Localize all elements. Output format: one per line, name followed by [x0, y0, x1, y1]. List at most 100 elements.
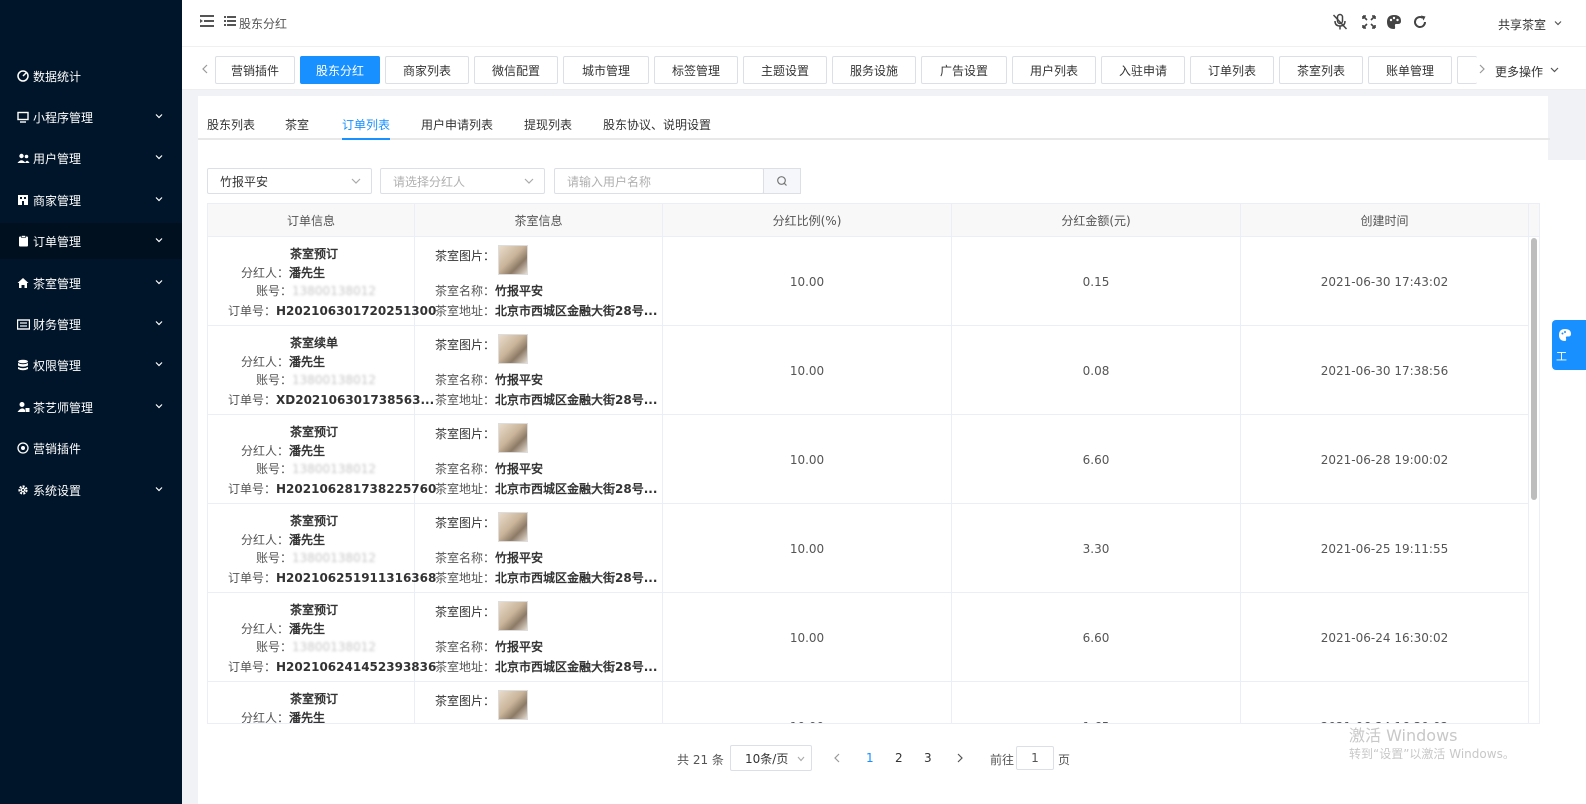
table-scrollbar[interactable]	[1531, 238, 1537, 500]
tab-user-applications[interactable]: 用户申请列表	[421, 116, 493, 133]
sidebar-item-miniprogram[interactable]: 小程序管理	[0, 99, 182, 135]
sidebar-item-data-stats[interactable]: 数据统计	[0, 58, 182, 94]
chevron-left-icon[interactable]	[200, 63, 210, 75]
chevron-down-icon[interactable]	[1550, 66, 1559, 74]
page-size-select[interactable]: 10条/页	[730, 745, 812, 771]
sidebar-item-orders[interactable]: 订单管理	[0, 223, 182, 259]
page-1[interactable]: 1	[866, 751, 874, 765]
sidebar-item-users[interactable]: 用户管理	[0, 140, 182, 176]
room-address-label: 茶室地址：	[435, 571, 496, 585]
dividend-person-select[interactable]: 请选择分红人	[380, 168, 545, 194]
col-amount: 分红金额(元)	[952, 204, 1241, 237]
divider-name: 潘先生	[289, 444, 326, 458]
room-thumbnail[interactable]	[498, 690, 528, 720]
menu-toggle-icon[interactable]	[200, 15, 214, 27]
amount-cell: 0.08	[952, 326, 1241, 415]
tag-bill-management[interactable]: 账单管理	[1368, 56, 1452, 84]
tag-marketing-plugin[interactable]: 营销插件	[215, 56, 295, 84]
tag-theme-settings[interactable]: 主题设置	[743, 56, 827, 84]
caret-down-icon[interactable]	[1554, 19, 1562, 27]
tag-tearoom-list[interactable]: 茶室列表	[1279, 56, 1363, 84]
sidebar-item-tearooms[interactable]: 茶室管理	[0, 265, 182, 301]
user-name[interactable]: 共享茶室	[1498, 16, 1546, 33]
order-no-label: 订单号：	[228, 393, 277, 407]
user-name-placeholder: 请输入用户名称	[567, 174, 652, 189]
refresh-icon[interactable]	[1411, 13, 1429, 31]
room-name-value: 竹报平安	[495, 373, 544, 387]
tab-withdrawals[interactable]: 提现列表	[524, 116, 572, 133]
chevron-down-icon	[797, 756, 805, 762]
next-page-icon[interactable]	[955, 752, 965, 764]
room-thumbnail[interactable]	[498, 245, 528, 275]
tab-tearoom[interactable]: 茶室	[285, 116, 309, 133]
tab-shareholder-list[interactable]: 股东列表	[207, 116, 255, 133]
room-name-value: 竹报平安	[495, 462, 544, 476]
chevron-right-icon[interactable]	[1477, 63, 1487, 75]
prev-page-icon[interactable]	[832, 752, 842, 764]
room-address-label: 茶室地址：	[435, 393, 496, 407]
amount-cell: 1.65	[952, 682, 1241, 723]
chevron-down-icon	[155, 155, 163, 160]
order-no-value: H202106301720251300	[276, 304, 437, 318]
order-type: 茶室预订	[290, 692, 339, 706]
user-name-input[interactable]: 请输入用户名称	[554, 168, 764, 194]
created-cell: 2021-06-28 19:00:02	[1241, 415, 1529, 504]
sidebar-item-permissions[interactable]: 权限管理	[0, 347, 182, 383]
tab-agreement-settings[interactable]: 股东协议、说明设置	[603, 116, 711, 133]
order-info-cell: 茶室预订 分红人：潘先生	[208, 682, 415, 724]
room-name-value: 竹报平安	[495, 284, 544, 298]
fullscreen-icon[interactable]	[1360, 13, 1378, 31]
room-name-label: 茶室名称：	[435, 551, 496, 565]
divider-label: 分红人：	[241, 622, 290, 636]
tab-order-list[interactable]: 订单列表	[342, 116, 390, 133]
tag-ad-settings[interactable]: 广告设置	[921, 56, 1007, 84]
tags-view-bar: 营销插件 股东分红 商家列表 微信配置 城市管理 标签管理 主题设置 服务设施 …	[182, 46, 1586, 90]
divider-label: 分红人：	[241, 711, 290, 724]
tag-merchant-list[interactable]: 商家列表	[385, 56, 469, 84]
palette-icon[interactable]	[1385, 13, 1403, 31]
tearoom-select[interactable]: 竹报平安	[207, 168, 372, 194]
room-info-cell: 茶室图片： 茶室名称：竹报平安 茶室地址：北京市西城区金融大街28号...	[415, 593, 663, 682]
sidebar-item-tea-masters[interactable]: 茶艺师管理	[0, 389, 182, 425]
divider-label: 分红人：	[241, 444, 290, 458]
table-row: 茶室预订 分红人：潘先生 账号：13800138012 订单号：H2021063017…	[208, 237, 1529, 326]
goto-page-input[interactable]: 1	[1016, 746, 1054, 770]
page-3[interactable]: 3	[924, 751, 932, 765]
page-2[interactable]: 2	[895, 751, 903, 765]
ratio-cell: 10.00	[663, 237, 952, 326]
sidebar-item-finance[interactable]: 财务管理	[0, 306, 182, 342]
tag-wechat-config[interactable]: 微信配置	[474, 56, 558, 84]
mic-off-icon[interactable]	[1331, 13, 1349, 31]
room-info-cell: 茶室图片： 茶室名称：竹报平安 茶室地址：北京市西城区金融大街28号...	[415, 237, 663, 326]
sidebar-item-settings[interactable]: 系统设置	[0, 472, 182, 508]
chevron-down-icon	[155, 238, 163, 243]
search-button[interactable]	[763, 168, 801, 194]
sidebar-item-label: 营销插件	[33, 441, 82, 456]
room-thumbnail[interactable]	[498, 423, 528, 453]
ratio-cell: 10.00	[663, 593, 952, 682]
page-unit-label: 页	[1058, 753, 1071, 767]
tag-label-management[interactable]: 标签管理	[654, 56, 738, 84]
tag-city-management[interactable]: 城市管理	[563, 56, 649, 84]
sidebar-item-merchants[interactable]: 商家管理	[0, 182, 182, 218]
account-value: 13800138012	[292, 462, 376, 476]
more-operations-dropdown[interactable]: 更多操作	[1495, 63, 1543, 80]
sub-tabs: 股东列表 茶室 订单列表 用户申请列表 提现列表 股东协议、说明设置	[198, 108, 1550, 140]
room-image-label: 茶室图片：	[435, 605, 496, 619]
room-image-label: 茶室图片：	[435, 427, 496, 441]
tag-order-list[interactable]: 订单列表	[1190, 56, 1274, 84]
order-type: 茶室预订	[290, 247, 339, 261]
tag-join-application[interactable]: 入驻申请	[1101, 56, 1185, 84]
room-thumbnail[interactable]	[498, 512, 528, 542]
divider-name: 潘先生	[289, 266, 326, 280]
chevron-down-icon	[155, 487, 163, 492]
tag-shareholder-dividend[interactable]: 股东分红	[300, 56, 380, 84]
created-cell: 2021-06-24 16:30:02	[1241, 682, 1529, 723]
room-name-label: 茶室名称：	[435, 640, 496, 654]
room-thumbnail[interactable]	[498, 601, 528, 631]
tag-user-list[interactable]: 用户列表	[1012, 56, 1096, 84]
room-thumbnail[interactable]	[498, 334, 528, 364]
tag-service-facilities[interactable]: 服务设施	[832, 56, 916, 84]
sidebar-item-marketing[interactable]: 营销插件	[0, 430, 182, 466]
theme-tool-widget[interactable]: 工	[1552, 320, 1586, 370]
